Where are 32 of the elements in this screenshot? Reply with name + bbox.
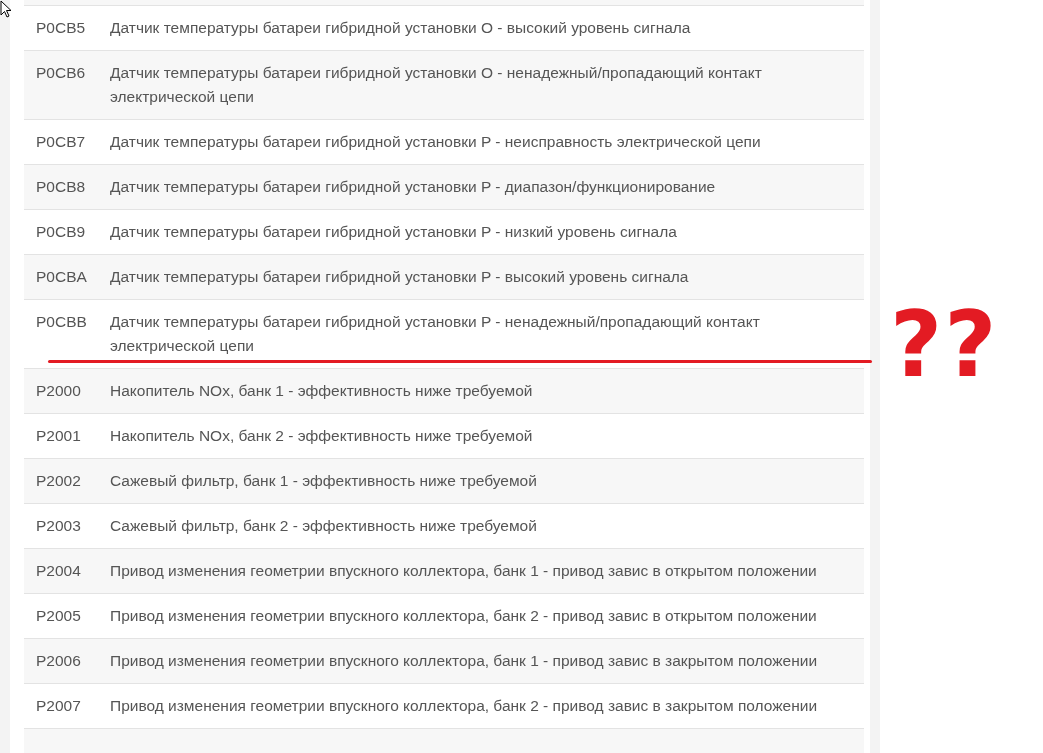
error-code: P2001: [35, 426, 82, 446]
error-code: P2007: [35, 696, 82, 716]
error-code: P0CBB: [35, 312, 88, 332]
error-description: Привод изменения геометрии впускного коллектора, банк 2 - привод завис в открытом положении: [110, 606, 818, 626]
error-description: Датчик температуры батареи гибридной установки P - высокий уровень сигнала: [110, 267, 690, 287]
error-code: P0CBA: [35, 267, 88, 287]
error-description: Датчик температуры батареи гибридной установки O - ненадежный/пропадающий контакт электрической цепи: [110, 63, 763, 107]
error-code: P0CB7: [35, 132, 87, 152]
error-code: P2005: [35, 606, 82, 626]
error-description: Сажевый фильтр, банк 2 - эффективность ниже требуемой: [110, 516, 538, 536]
error-description: Накопитель NOx, банк 2 - эффективность ниже требуемой: [110, 426, 534, 446]
error-code: P2004: [35, 561, 82, 581]
error-code: P2006: [35, 651, 82, 671]
error-code: P0CB6: [35, 63, 87, 83]
error-code: P2000: [35, 381, 82, 401]
error-code: P2003: [35, 516, 82, 536]
error-code: P0CB9: [35, 222, 87, 242]
error-description: Накопитель NOx, банк 1 - эффективность ниже требуемой: [110, 381, 534, 401]
error-description: Датчик температуры батареи гибридной установки O - высокий уровень сигнала: [110, 18, 692, 38]
error-description: Датчик температуры батареи гибридной установки P - ненадежный/пропадающий контакт электрической цепи: [110, 312, 761, 356]
error-description: Датчик температуры батареи гибридной установки P - неисправность электрической цепи: [110, 132, 762, 152]
annotation-text: ??: [890, 300, 999, 390]
error-description: Привод изменения геометрии впускного коллектора, банк 1 - привод завис в закрытом положении: [110, 651, 819, 671]
error-description: Привод изменения геометрии впускного коллектора, банк 2 - привод завис в закрытом положении: [110, 696, 819, 716]
cursor-icon: [0, 0, 12, 19]
error-code: P0CB5: [35, 18, 87, 38]
error-description: Сажевый фильтр, банк 1 - эффективность ниже требуемой: [110, 471, 538, 491]
error-description: Датчик температуры батареи гибридной установки P - низкий уровень сигнала: [110, 222, 678, 242]
error-code: P0CB8: [35, 177, 87, 197]
error-description: Датчик температуры батареи гибридной установки P - диапазон/функционирование: [110, 177, 717, 197]
error-description: Привод изменения геометрии впускного коллектора, банк 1 - привод завис в открытом положении: [110, 561, 818, 581]
error-code: P2002: [35, 471, 82, 491]
